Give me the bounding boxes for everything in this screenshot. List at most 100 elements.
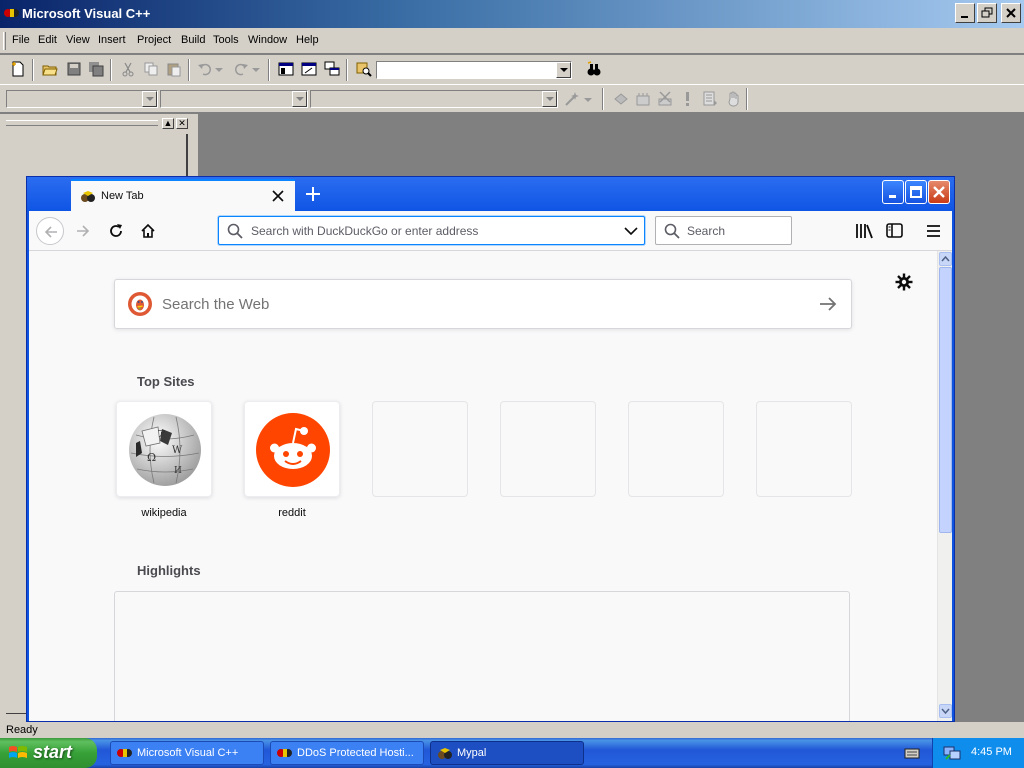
menu-grip (3, 32, 6, 50)
arrow-right-icon[interactable] (819, 295, 837, 313)
hamburger-menu-icon[interactable] (924, 221, 944, 241)
menu-build[interactable]: Build (181, 34, 205, 46)
new-file-button[interactable] (8, 59, 28, 79)
chevron-down-icon (941, 708, 950, 715)
menu-tools[interactable]: Tools (213, 34, 239, 46)
home-button[interactable] (134, 217, 162, 245)
menu-project[interactable]: Project (137, 34, 171, 46)
vertical-scrollbar[interactable] (937, 251, 952, 721)
web-search-box[interactable]: Search the Web (114, 279, 852, 329)
menu-insert[interactable]: Insert (98, 34, 126, 46)
breakpoint-button[interactable] (724, 89, 744, 109)
arrow-left-icon (44, 226, 57, 238)
vc-title-bar: Microsoft Visual C++ (0, 0, 1024, 28)
minimize-icon (889, 195, 896, 198)
browser-minimize-button[interactable] (882, 180, 904, 204)
vc-minimize-button[interactable] (955, 3, 975, 23)
top-site-tile-reddit[interactable] (244, 401, 340, 497)
workspace-drag-bar[interactable] (6, 120, 158, 126)
find-button[interactable] (584, 59, 604, 79)
scroll-up-button[interactable] (939, 252, 952, 266)
build-button[interactable] (633, 89, 653, 109)
save-button[interactable] (64, 59, 84, 79)
chevron-down-icon[interactable] (542, 91, 557, 107)
back-button[interactable] (36, 217, 64, 245)
menu-help[interactable]: Help (296, 34, 319, 46)
execute-button[interactable] (677, 89, 697, 109)
taskbar-item-mypal[interactable]: Mypal (430, 741, 584, 765)
find-combo[interactable] (376, 61, 572, 79)
workspace-button[interactable] (276, 59, 296, 79)
address-bar[interactable]: Search with DuckDuckGo or enter address (218, 216, 645, 245)
undo-button[interactable] (195, 59, 215, 79)
search-bar[interactable]: Search (655, 216, 792, 245)
vc-restore-button[interactable] (977, 3, 997, 23)
stop-build-button[interactable] (655, 89, 675, 109)
open-button[interactable] (40, 59, 60, 79)
chevron-down-icon[interactable] (292, 91, 307, 107)
duckduckgo-icon (128, 292, 152, 316)
open-folder-icon (42, 65, 58, 76)
redo-dropdown[interactable] (250, 59, 262, 79)
redo-button[interactable] (231, 59, 251, 79)
save-all-button[interactable] (86, 59, 106, 79)
workspace-close-button[interactable]: ✕ (176, 118, 188, 129)
top-site-label[interactable]: wikipedia (116, 507, 212, 519)
minimize-icon (961, 16, 968, 18)
menu-edit[interactable]: Edit (38, 34, 57, 46)
library-icon[interactable] (854, 221, 874, 241)
forward-button[interactable] (69, 217, 97, 245)
find-in-files-button[interactable] (354, 59, 374, 79)
reload-button[interactable] (102, 217, 130, 245)
undo-dropdown[interactable] (213, 59, 225, 79)
members-combo[interactable] (310, 90, 558, 108)
top-site-tile-wikipedia[interactable]: Ω W И ア (116, 401, 212, 497)
network-icon[interactable] (943, 745, 961, 761)
gear-icon[interactable] (895, 273, 913, 291)
top-site-tile-empty[interactable] (756, 401, 852, 497)
taskbar-item-ddos[interactable]: DDoS Protected Hosti... (270, 741, 424, 765)
hand-icon (728, 91, 739, 107)
chevron-down-icon[interactable] (142, 91, 157, 107)
window-list-button[interactable] (322, 59, 342, 79)
class-combo[interactable] (6, 90, 158, 108)
menu-window[interactable]: Window (248, 34, 287, 46)
keyboard-icon[interactable] (904, 746, 920, 760)
browser-maximize-button[interactable] (905, 180, 927, 204)
wizard-dropdown[interactable] (582, 89, 594, 109)
clock[interactable]: 4:45 PM (971, 746, 1012, 758)
compile-button[interactable] (611, 89, 631, 109)
paste-button[interactable] (164, 59, 184, 79)
output-button[interactable] (299, 59, 319, 79)
undo-icon (198, 63, 212, 76)
copy-button[interactable] (141, 59, 161, 79)
taskbar-item-visual-cpp[interactable]: Microsoft Visual C++ (110, 741, 264, 765)
filter-combo[interactable] (160, 90, 308, 108)
vc-close-button[interactable] (1001, 3, 1021, 23)
top-site-tile-empty[interactable] (372, 401, 468, 497)
browser-close-button[interactable] (928, 180, 950, 204)
top-site-label[interactable]: reddit (244, 507, 340, 519)
new-tab-plus-icon[interactable] (303, 184, 323, 204)
toolbar-separator (268, 59, 270, 81)
wizard-button[interactable] (562, 89, 582, 109)
exclamation-icon (686, 92, 689, 106)
cut-button[interactable] (118, 59, 138, 79)
close-icon (1006, 8, 1016, 18)
tab-new-tab[interactable]: New Tab (71, 179, 295, 211)
scroll-down-button[interactable] (939, 704, 952, 718)
search-bar-placeholder: Search (687, 224, 726, 238)
chevron-down-icon[interactable] (556, 62, 571, 78)
close-icon[interactable] (271, 189, 285, 203)
vc-menu-bar: File Edit View Insert Project Build Tool… (0, 28, 1024, 54)
chevron-down-icon[interactable] (624, 225, 638, 237)
workspace-maximize-button[interactable]: ▲ (162, 118, 174, 129)
start-button[interactable]: start (0, 738, 97, 768)
go-button[interactable] (700, 89, 720, 109)
scrollbar-thumb[interactable] (939, 267, 952, 533)
menu-view[interactable]: View (66, 34, 90, 46)
top-site-tile-empty[interactable] (628, 401, 724, 497)
menu-file[interactable]: File (12, 34, 30, 46)
top-site-tile-empty[interactable] (500, 401, 596, 497)
sidebar-toggle-icon[interactable] (885, 221, 905, 241)
